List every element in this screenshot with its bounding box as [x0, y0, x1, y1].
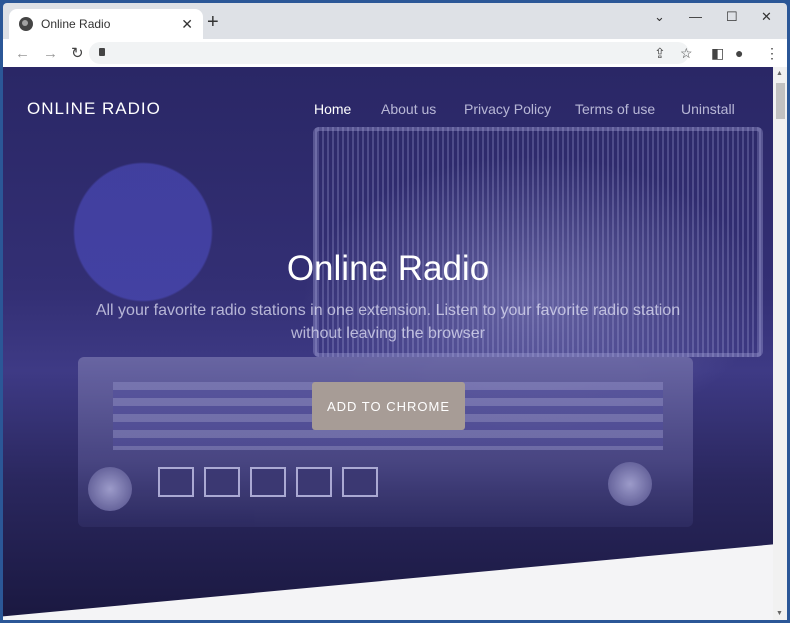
scrollbar[interactable]: ▲ ▼: [773, 67, 787, 620]
nav-about-us[interactable]: About us: [381, 101, 436, 117]
nav-home[interactable]: Home: [314, 101, 351, 117]
profile-avatar-icon[interactable]: ●: [735, 45, 743, 61]
forward-icon[interactable]: →: [43, 45, 59, 62]
scroll-down-icon[interactable]: ▼: [776, 610, 783, 617]
nav-privacy-policy[interactable]: Privacy Policy: [464, 101, 551, 117]
globe-icon: [19, 17, 33, 31]
tab-bar: Online Radio ✕ + ⌄ — ☐ ✕: [3, 3, 787, 39]
new-tab-button[interactable]: +: [207, 11, 219, 34]
site-logo[interactable]: ONLINE RADIO: [27, 99, 161, 119]
back-icon[interactable]: ←: [15, 45, 31, 62]
hero-subtitle: All your favorite radio stations in one …: [95, 302, 681, 342]
minimize-icon[interactable]: —: [689, 9, 702, 24]
address-bar[interactable]: [89, 42, 689, 64]
close-window-icon[interactable]: ✕: [761, 9, 772, 25]
lock-icon: [99, 48, 105, 56]
add-to-chrome-button[interactable]: ADD TO CHROME: [312, 382, 465, 430]
browser-window: Online Radio ✕ + ⌄ — ☐ ✕ ← → ↻ ⇪ ☆ ◧ ● ⋮…: [3, 3, 787, 620]
toolbar: ← → ↻ ⇪ ☆ ◧ ● ⋮: [3, 39, 787, 67]
nav-terms-of-use[interactable]: Terms of use: [575, 101, 655, 117]
hero-title: Online Radio: [286, 249, 490, 288]
tab-online-radio[interactable]: Online Radio ✕: [9, 9, 203, 39]
scroll-up-icon[interactable]: ▲: [776, 70, 783, 77]
maximize-icon[interactable]: ☐: [726, 9, 738, 25]
menu-icon[interactable]: ⋮: [765, 45, 779, 62]
share-icon[interactable]: ⇪: [654, 45, 666, 62]
scrollbar-thumb[interactable]: [776, 83, 785, 119]
tab-search-icon[interactable]: ⌄: [654, 9, 665, 25]
reload-icon[interactable]: ↻: [71, 44, 87, 62]
side-panel-icon[interactable]: ◧: [711, 45, 724, 62]
nav-uninstall[interactable]: Uninstall: [681, 101, 735, 117]
tab-title: Online Radio: [41, 17, 111, 31]
page-content: ONLINE RADIO Home About us Privacy Polic…: [3, 67, 773, 620]
close-tab-icon[interactable]: ✕: [181, 16, 193, 33]
star-icon[interactable]: ☆: [680, 45, 693, 62]
